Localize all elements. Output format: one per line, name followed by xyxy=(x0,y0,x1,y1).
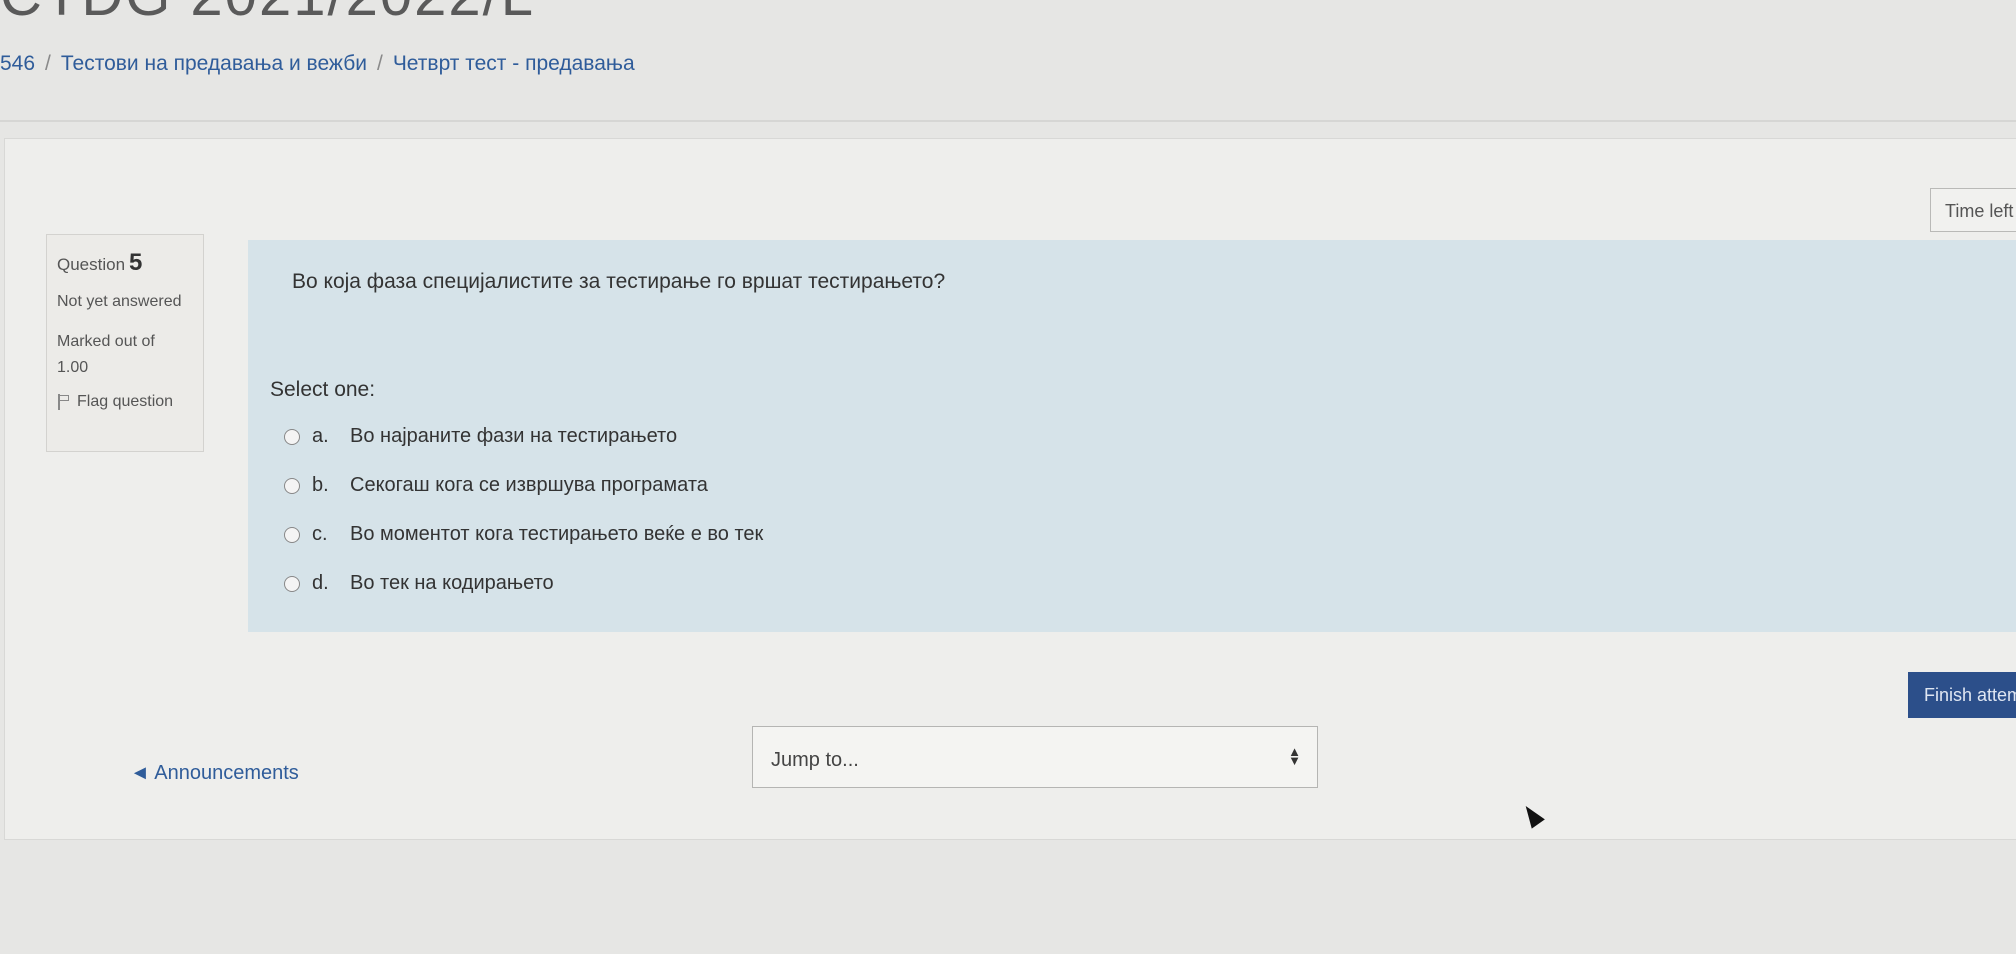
flag-icon xyxy=(57,394,69,410)
previous-activity-link[interactable]: ◄ Announcements xyxy=(130,762,299,785)
flag-question-label: Flag question xyxy=(77,393,174,410)
question-label: Question xyxy=(57,255,126,274)
select-arrows-icon: ▲ ▼ xyxy=(1288,744,1301,768)
radio-button[interactable] xyxy=(284,428,300,445)
flag-question-link[interactable]: Flag question xyxy=(57,393,193,411)
answer-text: Во најраните фази на тестирањето xyxy=(350,425,678,447)
answer-option-d[interactable]: d. Во тек на кодирањето xyxy=(284,559,763,608)
question-content: Во која фаза специјалистите за тестирање… xyxy=(248,240,2016,632)
course-title: CTDG 2021/2022/L xyxy=(0,0,535,29)
radio-button[interactable] xyxy=(284,526,300,543)
answer-option-c[interactable]: c. Во моментот кога тестирањето веќе е в… xyxy=(284,510,763,559)
question-text: Во која фаза специјалистите за тестирање… xyxy=(292,270,946,293)
header-divider xyxy=(0,120,2016,122)
question-number: 5 xyxy=(129,249,143,276)
breadcrumb-item-quiz[interactable]: Четврт тест - предавања xyxy=(393,52,635,75)
answer-option-a[interactable]: a. Во најраните фази на тестирањето xyxy=(284,412,763,461)
answer-text: Во моментот кога тестирањето веќе е во т… xyxy=(350,523,764,545)
marked-out-of: Marked out of 1.00 xyxy=(57,329,193,381)
marked-out-of-value: 1.00 xyxy=(57,359,89,376)
answer-option-b[interactable]: b. Секогаш кога се извршува програмата xyxy=(284,461,763,510)
answer-letter: b. xyxy=(312,474,329,496)
answer-text: Секогаш кога се извршува програмата xyxy=(350,474,708,496)
answer-text: Во тек на кодирањето xyxy=(350,572,554,594)
breadcrumb-item-course[interactable]: 546 xyxy=(0,52,35,75)
timer-label: Time left xyxy=(1945,201,2014,221)
finish-attempt-button[interactable]: Finish attempt xyxy=(1908,672,2016,718)
radio-button[interactable] xyxy=(284,575,300,592)
question-info-box: Question 5 Not yet answered Marked out of… xyxy=(46,234,204,452)
breadcrumb-item-section[interactable]: Тестови на предавања и вежби xyxy=(61,52,367,75)
breadcrumb-separator: / xyxy=(45,52,51,75)
radio-button[interactable] xyxy=(284,477,300,494)
answer-letter: d. xyxy=(312,572,329,594)
answer-letter: a. xyxy=(312,425,329,447)
breadcrumb-separator: / xyxy=(376,52,383,75)
jump-to-placeholder: Jump to... xyxy=(771,749,859,771)
question-state: Not yet answered xyxy=(57,293,182,310)
answer-letter: c. xyxy=(312,523,328,545)
marked-out-of-label: Marked out of xyxy=(57,333,155,350)
breadcrumb: 546 / Тестови на предавања и вежби / Четврт … xyxy=(0,52,635,76)
select-one-prompt: Select one: xyxy=(270,378,376,401)
jump-to-select[interactable]: Jump to... ▲ ▼ xyxy=(752,726,1318,788)
answer-list: a. Во најраните фази на тестирањето b. С… xyxy=(284,412,763,608)
timer-box: Time left xyxy=(1930,188,2016,232)
